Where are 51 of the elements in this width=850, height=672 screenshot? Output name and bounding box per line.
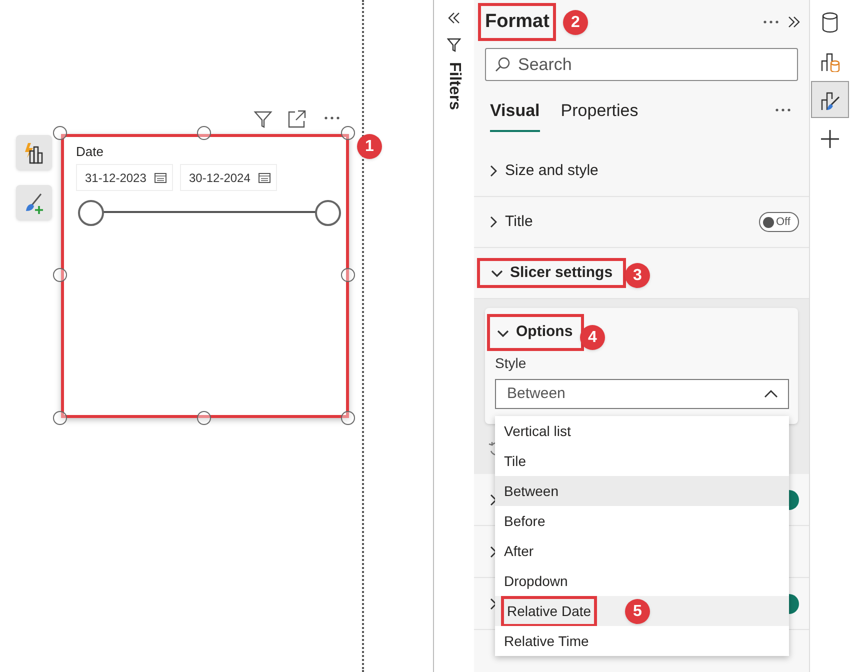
style-dropdown[interactable]: Between [495, 379, 789, 409]
calendar-icon [154, 172, 168, 184]
resize-handle[interactable] [197, 411, 211, 425]
slider-thumb[interactable] [78, 200, 104, 226]
plus-icon [818, 128, 840, 150]
resize-handle[interactable] [53, 126, 67, 140]
filter-icon[interactable] [253, 109, 273, 129]
format-brush-button[interactable] [16, 185, 52, 220]
visual-type-button[interactable] [16, 135, 52, 170]
menu-item[interactable]: Before [495, 506, 789, 536]
step-badge: 1 [357, 134, 382, 159]
menu-item[interactable]: Relative Time [495, 626, 789, 656]
options-header[interactable]: Options [487, 314, 584, 351]
menu-item[interactable]: Dropdown [495, 566, 789, 596]
section-header[interactable]: Size and style [477, 156, 608, 186]
resize-handle[interactable] [341, 126, 355, 140]
resize-handle[interactable] [53, 268, 67, 282]
section-header[interactable]: Slicer settings [477, 258, 626, 288]
more-options-icon[interactable] [763, 20, 779, 24]
menu-item[interactable]: Between [495, 476, 789, 506]
section-header[interactable]: Title [477, 207, 543, 237]
toggle-switch[interactable] [789, 490, 799, 510]
collapse-icon[interactable] [447, 12, 461, 24]
focus-mode-icon[interactable] [288, 110, 307, 128]
expand-icon[interactable] [787, 16, 801, 28]
date-field[interactable]: 30-12-2024 [180, 164, 277, 191]
menu-item[interactable]: After [495, 536, 789, 566]
menu-item[interactable]: Vertical list [495, 416, 789, 446]
slider-thumb[interactable] [315, 200, 341, 226]
pane-title: Format [478, 2, 556, 42]
field-label: Style [495, 354, 526, 373]
resize-handle[interactable] [53, 411, 67, 425]
filter-icon [447, 38, 461, 52]
search-icon [495, 57, 510, 72]
toggle-switch[interactable]: Off [759, 212, 799, 232]
resize-handle[interactable] [341, 268, 355, 282]
rail-button[interactable] [810, 81, 848, 118]
menu-item[interactable]: Tile [495, 446, 789, 476]
tab[interactable]: Visual [490, 98, 540, 132]
toggle-switch[interactable] [789, 594, 799, 614]
resize-handle[interactable] [341, 411, 355, 425]
more-options-icon[interactable] [775, 108, 791, 112]
filters-pane-label[interactable]: Filters [442, 62, 466, 110]
slicer-title: Date [76, 143, 104, 161]
more-options-icon[interactable] [324, 116, 340, 120]
search-field[interactable]: Search [485, 48, 798, 81]
tab[interactable]: Properties [560, 98, 638, 132]
resize-handle[interactable] [197, 126, 211, 140]
calendar-icon [258, 172, 272, 184]
date-field[interactable]: 31-12-2023 [76, 164, 173, 191]
chevron-up-icon [764, 389, 778, 399]
